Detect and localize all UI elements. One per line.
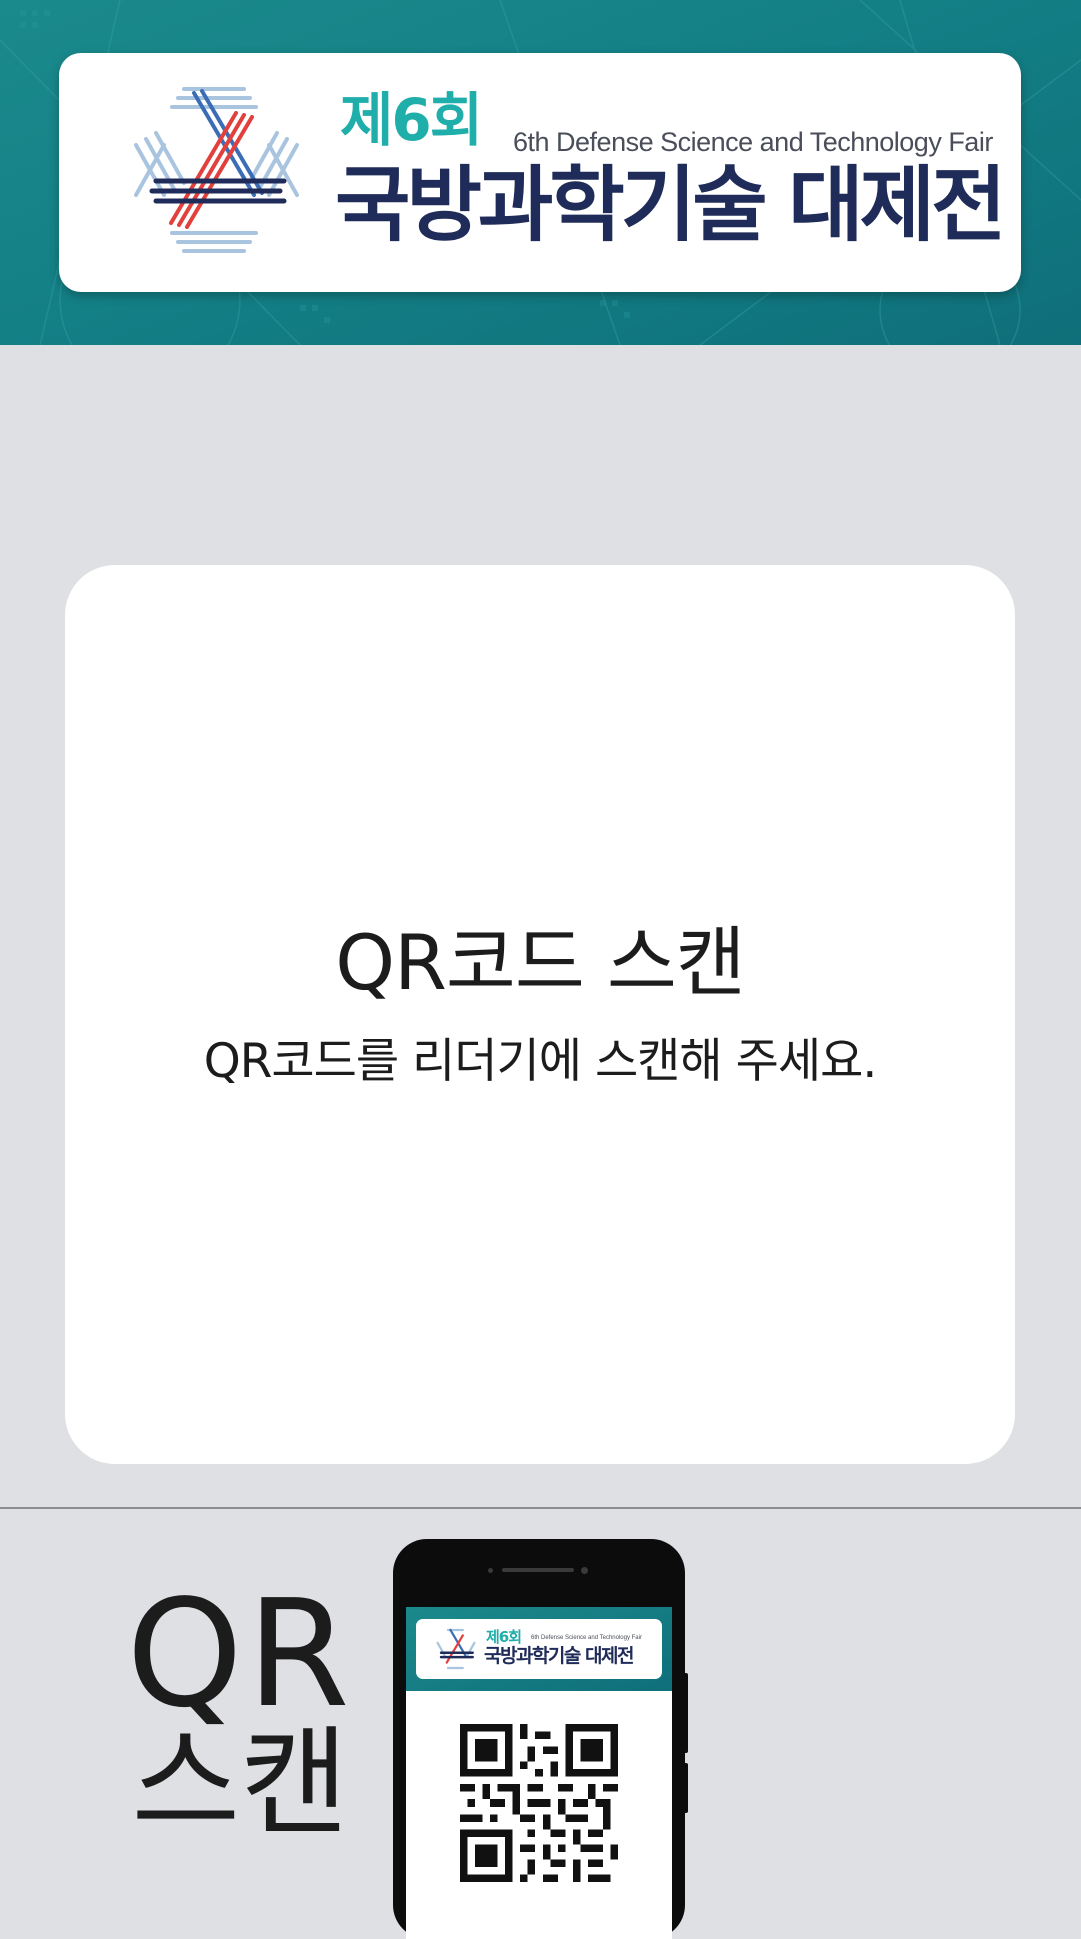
qr-scan-label-line2: 스캔 (131, 1714, 349, 1852)
qr-scan-label-line1: QR (126, 1568, 354, 1740)
scan-description: QR코드를 리더기에 스캔해 주세요. (203, 1034, 878, 1089)
event-edition: 제6회 (340, 86, 483, 154)
phone-app-header: 제6회 6th Defense Science and Technology F… (406, 1607, 672, 1691)
scan-title: QR코드 스캔 (335, 918, 745, 1007)
phone-illustration: 제6회 6th Defense Science and Technology F… (393, 1539, 685, 1939)
event-korean-title: 국방과학기술 대제전 (335, 158, 1007, 253)
phone-sensor (488, 1568, 493, 1573)
phone-screen: 제6회 6th Defense Science and Technology F… (406, 1607, 672, 1939)
snowflake-emblem-icon (436, 1628, 476, 1670)
qr-scan-label: QR 스캔 (120, 1580, 360, 1842)
phone-speaker (502, 1568, 574, 1572)
phone-event-korean-title: 국방과학기술 대제전 (484, 1645, 634, 1667)
section-divider (0, 1507, 1081, 1509)
phone-event-english-title: 6th Defense Science and Technology Fair (531, 1635, 642, 1641)
app-header: 제6회 6th Defense Science and Technology F… (0, 0, 1081, 345)
event-english-title: 6th Defense Science and Technology Fair (513, 127, 993, 157)
phone-event-edition: 제6회 (486, 1628, 522, 1646)
scan-instruction-card: QR코드 스캔 QR코드를 리더기에 스캔해 주세요. (65, 565, 1015, 1464)
phone-camera (581, 1567, 588, 1574)
qr-code-icon (460, 1724, 618, 1882)
phone-logo-card: 제6회 6th Defense Science and Technology F… (416, 1619, 662, 1679)
snowflake-emblem-icon (134, 87, 299, 253)
event-logo-card: 제6회 6th Defense Science and Technology F… (59, 53, 1021, 292)
